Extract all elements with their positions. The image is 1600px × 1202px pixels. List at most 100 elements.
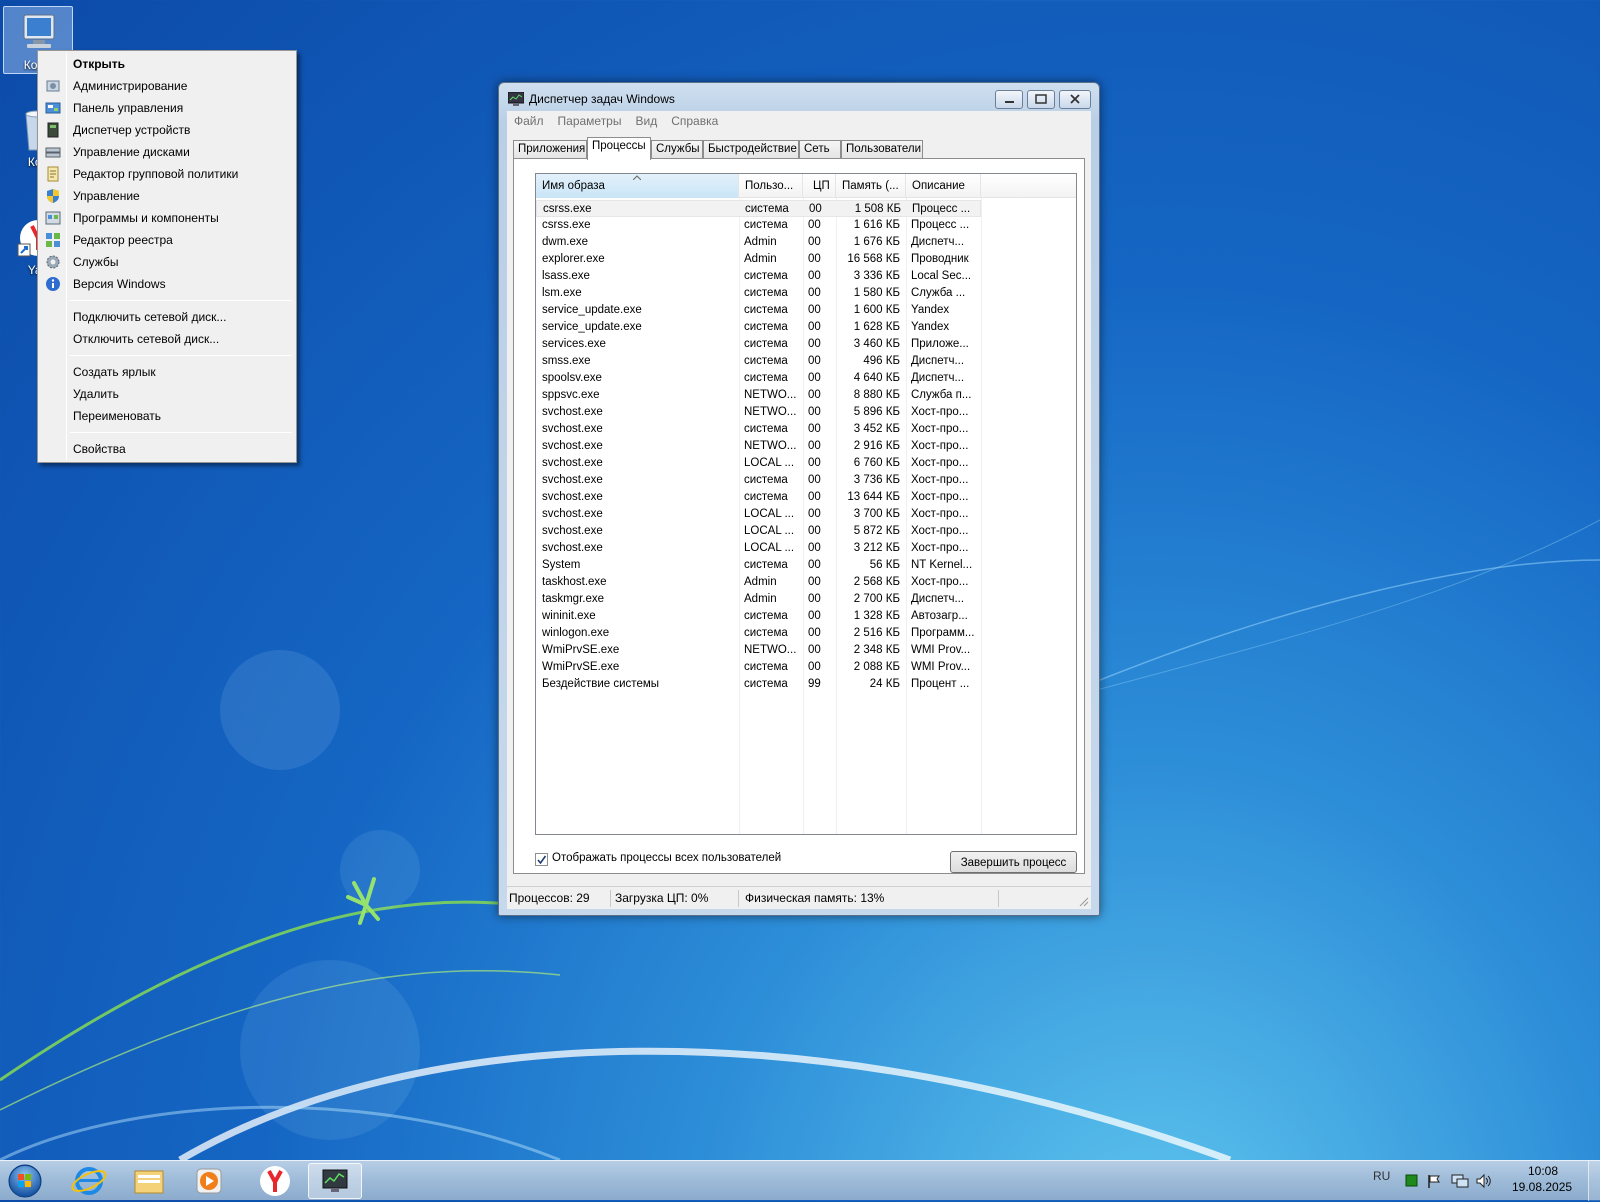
show-all-users-label[interactable]: Отображать процессы всех пользователей	[552, 852, 781, 864]
process-row[interactable]: services.exe система 00 3 460 КБ Приложе...	[536, 336, 981, 353]
process-row[interactable]: WmiPrvSE.exe система 00 2 088 КБ WMI Prov...	[536, 659, 981, 676]
process-name-cell: svchost.exe	[542, 457, 603, 469]
clock-time[interactable]: 10:08	[1528, 1164, 1558, 1178]
process-row[interactable]: Бездействие системы система 99 24 КБ Процент…	[536, 676, 981, 693]
process-name-cell: explorer.exe	[542, 253, 605, 265]
show-desktop-button[interactable]	[1588, 1161, 1600, 1201]
process-row[interactable]: svchost.exe NETWO... 00 2 916 КБ Хост-про...	[536, 438, 981, 455]
menu-item-label: Переименовать	[73, 409, 161, 423]
column-header-user[interactable]: Пользо...	[739, 174, 803, 198]
process-cpu-cell: 00	[808, 338, 821, 350]
menu-item-services[interactable]: Службы	[40, 251, 294, 273]
process-desc-cell: Процесс ...	[912, 203, 971, 215]
process-mem-cell: 6 760 КБ	[853, 457, 900, 469]
language-indicator[interactable]: RU	[1373, 1169, 1390, 1183]
end-process-button[interactable]: Завершить процесс	[950, 851, 1077, 873]
menu-view[interactable]: Вид	[628, 111, 664, 128]
taskbar-internet-explorer[interactable]	[62, 1163, 116, 1199]
process-row[interactable]: service_update.exe система 00 1 600 КБ Yande…	[536, 302, 981, 319]
process-row[interactable]: csrss.exe система 00 1 616 КБ Процесс ...	[536, 217, 981, 234]
close-button[interactable]	[1059, 90, 1091, 109]
process-mem-cell: 8 880 КБ	[853, 389, 900, 401]
process-row[interactable]: dwm.exe Admin 00 1 676 КБ Диспетч...	[536, 234, 981, 251]
process-row[interactable]: winlogon.exe система 00 2 516 КБ Программ...	[536, 625, 981, 642]
process-row[interactable]: lsm.exe система 00 1 580 КБ Служба ...	[536, 285, 981, 302]
menu-item-disk-management[interactable]: Управление дисками	[40, 141, 294, 163]
process-row[interactable]: svchost.exe LOCAL ... 00 3 212 КБ Хост-про..…	[536, 540, 981, 557]
menu-file[interactable]: Файл	[507, 111, 551, 128]
taskbar: RU 10:08 19.08.2025	[0, 1160, 1600, 1201]
menu-item-registry-editor[interactable]: Редактор реестра	[40, 229, 294, 251]
process-user-cell: LOCAL ...	[744, 457, 795, 469]
network-icon[interactable]	[1451, 1173, 1469, 1189]
menu-item-programs[interactable]: Программы и компоненты	[40, 207, 294, 229]
process-row[interactable]: wininit.exe система 00 1 328 КБ Автозагр...	[536, 608, 981, 625]
process-row[interactable]: svchost.exe система 00 3 736 КБ Хост-про...	[536, 472, 981, 489]
menu-item-administration[interactable]: Администрирование	[40, 75, 294, 97]
maximize-button[interactable]	[1027, 90, 1055, 109]
action-center-flag-icon[interactable]	[1426, 1173, 1442, 1189]
process-row[interactable]: sppsvc.exe NETWO... 00 8 880 КБ Служба п...	[536, 387, 981, 404]
start-button[interactable]	[0, 1163, 50, 1199]
resize-grip-icon[interactable]	[1077, 895, 1089, 907]
column-header-image-name[interactable]: Имя образа	[536, 174, 739, 198]
process-row[interactable]: svchost.exe система 00 3 452 КБ Хост-про...	[536, 421, 981, 438]
process-row[interactable]: svchost.exe LOCAL ... 00 5 872 КБ Хост-про..…	[536, 523, 981, 540]
taskbar-yandex-browser[interactable]	[248, 1163, 302, 1199]
process-row[interactable]: smss.exe система 00 496 КБ Диспетч...	[536, 353, 981, 370]
tab-services[interactable]: Службы	[651, 140, 703, 159]
column-header-memory[interactable]: Память (...	[836, 174, 906, 198]
process-cpu-cell: 00	[808, 236, 821, 248]
menu-item-map-network-drive[interactable]: Подключить сетевой диск...	[40, 306, 294, 328]
menu-options[interactable]: Параметры	[551, 111, 629, 128]
process-cpu-cell: 00	[808, 542, 821, 554]
process-row[interactable]: svchost.exe NETWO... 00 5 896 КБ Хост-про...	[536, 404, 981, 421]
column-header-cpu[interactable]: ЦП	[803, 174, 836, 198]
process-desc-cell: Хост-про...	[911, 525, 969, 537]
minimize-button[interactable]	[995, 90, 1023, 109]
process-row[interactable]: explorer.exe Admin 00 16 568 КБ Проводник	[536, 251, 981, 268]
tab-performance[interactable]: Быстродействие	[703, 140, 799, 159]
process-list[interactable]: Имя образа Пользо... ЦП Память (... Опис…	[535, 173, 1077, 835]
process-row[interactable]: lsass.exe система 00 3 336 КБ Local Sec...	[536, 268, 981, 285]
process-cpu-cell: 00	[808, 406, 821, 418]
tab-applications[interactable]: Приложения	[513, 140, 587, 159]
show-all-users-checkbox[interactable]	[535, 853, 548, 866]
process-name-cell: svchost.exe	[542, 423, 603, 435]
taskbar-task-manager[interactable]	[308, 1163, 362, 1199]
menu-help[interactable]: Справка	[664, 111, 725, 128]
process-row[interactable]: csrss.exe система 00 1 508 КБ Процесс ...	[536, 200, 981, 217]
tab-users[interactable]: Пользователи	[841, 140, 923, 159]
process-row[interactable]: svchost.exe LOCAL ... 00 3 700 КБ Хост-про..…	[536, 506, 981, 523]
tray-green-square-icon[interactable]	[1405, 1174, 1419, 1188]
process-row[interactable]: WmiPrvSE.exe NETWO... 00 2 348 КБ WMI Prov..…	[536, 642, 981, 659]
taskbar-explorer[interactable]	[122, 1163, 176, 1199]
process-row[interactable]: svchost.exe LOCAL ... 00 6 760 КБ Хост-про..…	[536, 455, 981, 472]
process-row[interactable]: spoolsv.exe система 00 4 640 КБ Диспетч...	[536, 370, 981, 387]
process-row[interactable]: System система 00 56 КБ NT Kernel...	[536, 557, 981, 574]
menu-item-disconnect-network-drive[interactable]: Отключить сетевой диск...	[40, 328, 294, 350]
menu-item-group-policy[interactable]: Редактор групповой политики	[40, 163, 294, 185]
volume-icon[interactable]	[1475, 1173, 1493, 1189]
menu-item-create-shortcut[interactable]: Создать ярлык	[40, 361, 294, 383]
process-name-cell: WmiPrvSE.exe	[542, 644, 620, 656]
tab-processes[interactable]: Процессы	[587, 137, 651, 160]
menu-item-open[interactable]: Открыть	[40, 53, 294, 75]
taskbar-media-player[interactable]	[182, 1163, 236, 1199]
process-row[interactable]: taskmgr.exe Admin 00 2 700 КБ Диспетч...	[536, 591, 981, 608]
process-row[interactable]: svchost.exe система 00 13 644 КБ Хост-про...	[536, 489, 981, 506]
menu-item-properties[interactable]: Свойства	[40, 438, 294, 460]
menu-item-device-manager[interactable]: Диспетчер устройств	[40, 119, 294, 141]
process-row[interactable]: service_update.exe система 00 1 628 КБ Yande…	[536, 319, 981, 336]
menu-item-windows-version[interactable]: Версия Windows	[40, 273, 294, 295]
clock-date[interactable]: 19.08.2025	[1512, 1180, 1572, 1194]
process-cpu-cell: 00	[808, 219, 821, 231]
tab-network[interactable]: Сеть	[799, 140, 841, 159]
menu-item-delete[interactable]: Удалить	[40, 383, 294, 405]
process-mem-cell: 2 568 КБ	[853, 576, 900, 588]
menu-item-rename[interactable]: Переименовать	[40, 405, 294, 427]
menu-item-control-panel[interactable]: Панель управления	[40, 97, 294, 119]
column-header-description[interactable]: Описание	[906, 174, 981, 198]
process-row[interactable]: taskhost.exe Admin 00 2 568 КБ Хост-про...	[536, 574, 981, 591]
menu-item-manage[interactable]: Управление	[40, 185, 294, 207]
